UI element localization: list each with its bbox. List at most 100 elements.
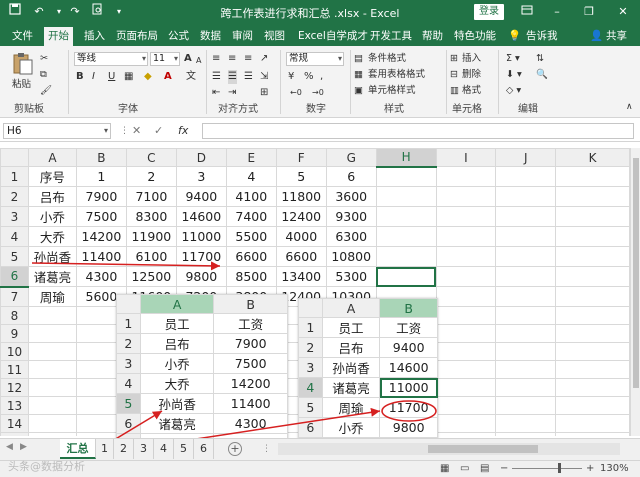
number-format-combo[interactable]: 常规 ▾ — [286, 52, 344, 66]
font-name-combo[interactable]: 等线 ▾ — [74, 52, 148, 66]
fill-color-icon[interactable]: ◆ — [144, 70, 152, 84]
cell[interactable] — [495, 166, 557, 187]
scrollbar-thumb[interactable] — [633, 158, 639, 388]
row-header[interactable]: 6 — [0, 266, 29, 288]
cell[interactable] — [555, 378, 630, 397]
cell[interactable] — [27, 342, 77, 361]
cell[interactable] — [495, 432, 557, 436]
name-box[interactable]: H6 ▾ — [3, 123, 111, 139]
cell[interactable] — [495, 324, 557, 343]
row-header[interactable]: 4 — [0, 226, 29, 247]
column-header[interactable]: A — [27, 148, 77, 167]
vertical-scrollbar[interactable] — [630, 148, 640, 436]
align-left-icon[interactable]: ☰ — [212, 70, 221, 84]
align-top-icon[interactable]: ≡ — [212, 52, 220, 66]
cell[interactable]: 11900 — [125, 226, 177, 247]
cell[interactable] — [495, 306, 557, 325]
tab-review[interactable]: 审阅 — [228, 27, 257, 46]
cell[interactable] — [435, 226, 497, 247]
format-cells-button[interactable]: 格式 — [462, 84, 481, 98]
cell[interactable] — [495, 414, 557, 433]
column-header[interactable]: E — [225, 148, 277, 167]
undo-icon[interactable]: ↶ — [30, 3, 48, 21]
sheet-tab-6[interactable]: 6 — [194, 439, 214, 459]
row-header[interactable]: 7 — [0, 286, 29, 307]
cell[interactable]: 4000 — [275, 226, 327, 247]
cell[interactable] — [435, 414, 497, 433]
cell[interactable] — [27, 432, 77, 436]
cell[interactable] — [555, 166, 630, 187]
decrease-indent-icon[interactable]: ⇤ — [212, 86, 220, 100]
cell[interactable]: 3600 — [325, 186, 377, 207]
cell[interactable] — [435, 396, 497, 415]
cell[interactable] — [435, 246, 497, 267]
cell[interactable] — [555, 324, 630, 343]
save-icon[interactable] — [6, 3, 24, 21]
cell[interactable] — [555, 266, 630, 287]
cell[interactable]: 7100 — [125, 186, 177, 207]
align-middle-icon[interactable]: ≡ — [228, 52, 236, 66]
row-header[interactable]: 15 — [0, 432, 29, 436]
cell[interactable] — [27, 396, 77, 415]
cell[interactable] — [555, 306, 630, 325]
cell[interactable]: 吕布 — [27, 186, 77, 207]
paste-button[interactable]: 粘贴 — [12, 78, 31, 92]
scrollbar-thumb[interactable] — [428, 445, 538, 453]
sheet-tab-4[interactable]: 4 — [154, 439, 174, 459]
insert-cells-button[interactable]: 插入 — [462, 52, 481, 66]
cell[interactable]: 5300 — [325, 266, 377, 287]
tab-data[interactable]: 数据 — [196, 27, 225, 46]
cell[interactable] — [435, 266, 497, 287]
cell[interactable] — [555, 206, 630, 227]
cell[interactable]: 11400 — [75, 246, 127, 267]
cell[interactable] — [435, 432, 497, 436]
phonetic-icon[interactable]: 文 — [186, 70, 196, 84]
zoom-out-icon[interactable]: − — [500, 463, 508, 474]
font-size-combo[interactable]: 11 ▾ — [150, 52, 180, 66]
zoom-slider[interactable] — [512, 468, 582, 469]
border-icon[interactable]: ▦ — [124, 70, 133, 84]
cell[interactable] — [495, 266, 557, 287]
horizontal-scrollbar[interactable] — [278, 443, 620, 455]
close-button[interactable]: ✕ — [612, 3, 634, 21]
cell[interactable] — [555, 186, 630, 207]
cell[interactable] — [555, 226, 630, 247]
zoom-slider-thumb[interactable] — [558, 463, 561, 473]
sheet-tab-5[interactable]: 5 — [174, 439, 194, 459]
ribbon-display-icon[interactable] — [516, 3, 538, 21]
cell[interactable]: 11700 — [175, 246, 227, 267]
cell[interactable]: 1 — [75, 166, 127, 187]
cell[interactable]: 5 — [275, 166, 327, 187]
redo-icon[interactable]: ↷ — [66, 3, 84, 21]
table-format-button[interactable]: 套用表格格式 — [368, 68, 425, 82]
cut-icon[interactable]: ✂ — [40, 52, 48, 66]
cell[interactable] — [435, 324, 497, 343]
tell-me-search[interactable]: 告诉我 — [526, 27, 558, 46]
tab-help[interactable]: 帮助 — [418, 27, 447, 46]
cell[interactable] — [27, 414, 77, 433]
grow-font-button[interactable]: A — [184, 52, 192, 66]
clear-icon[interactable]: ◇ ▾ — [506, 84, 521, 98]
percent-button[interactable]: % — [304, 70, 314, 84]
align-right-icon[interactable]: ☰ — [244, 70, 253, 84]
cancel-icon[interactable]: ✕ — [132, 123, 141, 139]
cell[interactable]: 6300 — [325, 226, 377, 247]
select-all-corner[interactable] — [0, 148, 29, 167]
insert-function-icon[interactable]: fx — [178, 123, 188, 139]
normal-view-icon[interactable]: ▦ — [440, 463, 449, 474]
minimize-button[interactable]: – — [546, 3, 568, 21]
cell[interactable]: 12400 — [275, 206, 327, 227]
cell[interactable] — [375, 166, 437, 187]
cell-style-icon[interactable]: ▣ — [354, 84, 363, 98]
column-header[interactable]: D — [175, 148, 227, 167]
share-button[interactable]: 共享 — [606, 27, 627, 46]
cell[interactable] — [435, 166, 497, 187]
cell[interactable] — [495, 206, 557, 227]
cell-style-button[interactable]: 单元格样式 — [368, 84, 416, 98]
cell[interactable] — [375, 206, 437, 227]
cell[interactable]: 10800 — [325, 246, 377, 267]
tab-split-icon[interactable]: ⋮ — [262, 444, 271, 454]
row-header[interactable]: 3 — [0, 206, 29, 227]
cell[interactable]: 4 — [225, 166, 277, 187]
row-header[interactable]: 10 — [0, 342, 29, 361]
